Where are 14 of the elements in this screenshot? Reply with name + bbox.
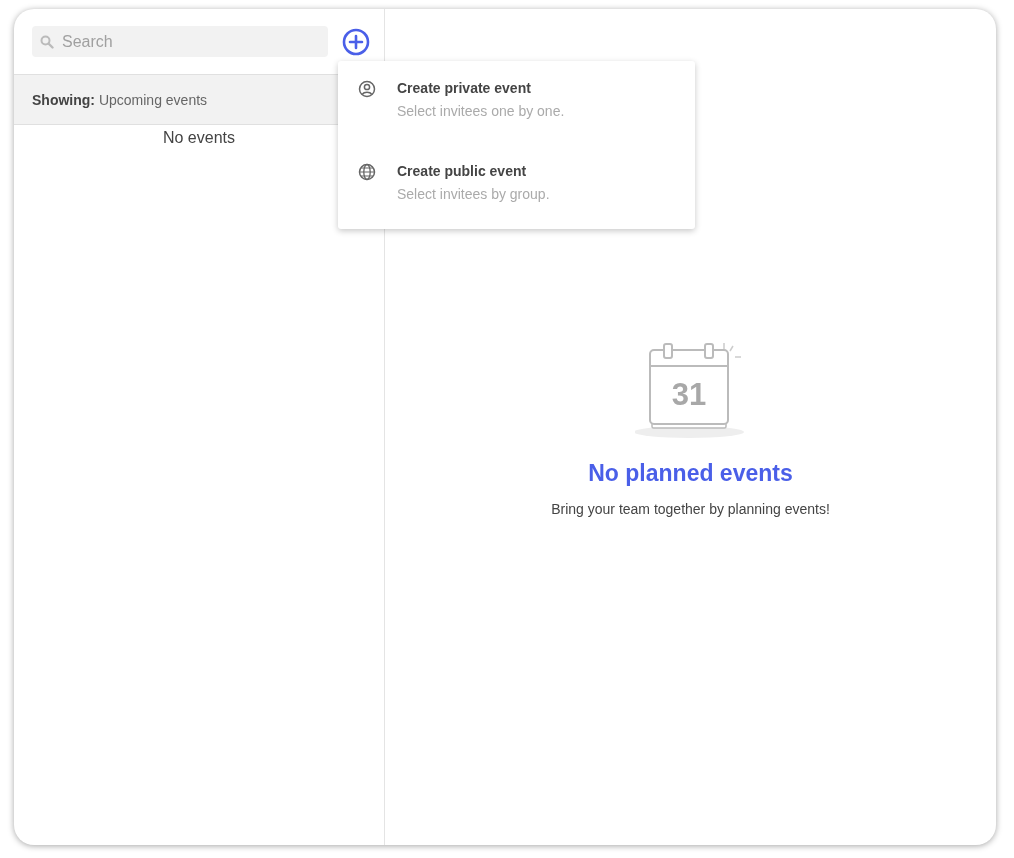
menu-item-title: Create private event (397, 80, 532, 96)
empty-list-text: No events (161, 129, 236, 147)
menu-item-title: Create public event (397, 163, 528, 179)
empty-title: No planned events (588, 460, 793, 487)
menu-item-subtitle: Select invitees one by one. (397, 103, 565, 119)
globe-icon (358, 163, 376, 181)
menu-item-subtitle: Select invitees by group. (397, 186, 550, 202)
user-icon (358, 80, 376, 98)
add-button[interactable] (342, 27, 370, 56)
empty-message: Bring your team together by planning events! (551, 501, 830, 517)
menu-item[interactable]: Create public event Select invitees by group. (338, 156, 695, 219)
filter-label: Showing: Upcoming events (32, 91, 208, 108)
search-field[interactable]: Search (32, 26, 328, 57)
menu-item[interactable]: Create private event Select invitees one by one. (338, 73, 695, 136)
